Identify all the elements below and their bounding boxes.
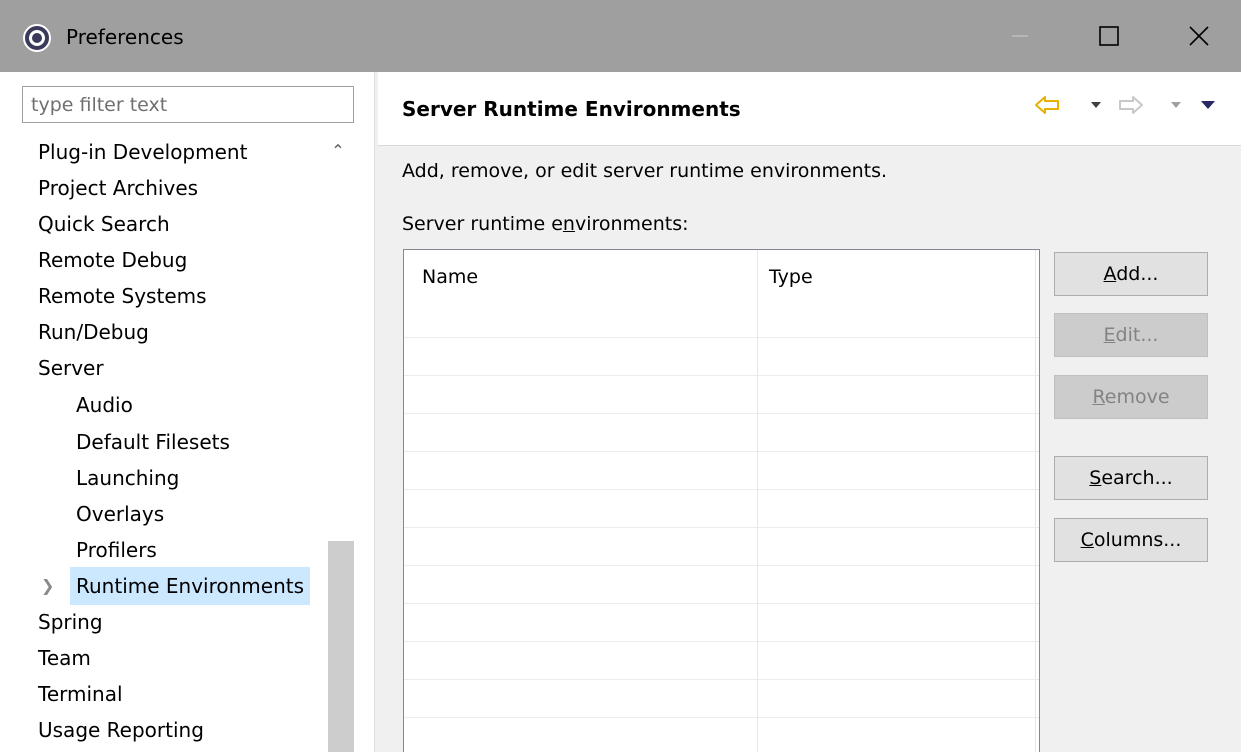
tree-item-label: Overlays <box>76 502 165 526</box>
tree-item-profilers[interactable]: Profilers <box>0 531 322 569</box>
forward-arrow-icon <box>1119 96 1143 114</box>
table-row[interactable] <box>404 565 1039 566</box>
table-row[interactable] <box>404 451 1039 452</box>
column-header-type[interactable]: Type <box>769 266 813 288</box>
maximize-button[interactable] <box>1073 0 1145 72</box>
tree-item-label: Team <box>38 646 91 670</box>
tree-item-terminal[interactable]: Terminal <box>0 675 322 713</box>
add-button[interactable]: Add... <box>1054 252 1208 296</box>
forward-history-dropdown[interactable] <box>1170 90 1182 120</box>
column-divider[interactable] <box>1035 250 1036 752</box>
table-row[interactable] <box>404 375 1039 376</box>
tree-item-run-debug[interactable]: Run/Debug <box>0 313 322 351</box>
tree-item-plug-in-development[interactable]: Plug-in Development <box>0 133 322 171</box>
tree-item-label: Project Archives <box>38 176 199 200</box>
tree-item-label: Profilers <box>76 538 157 562</box>
tree-item-project-archives[interactable]: Project Archives <box>0 169 322 207</box>
table-row[interactable] <box>404 679 1039 680</box>
tree-item-label: Server <box>38 356 104 380</box>
dropdown-arrow-icon <box>1091 102 1101 108</box>
table-row[interactable] <box>404 527 1039 528</box>
filter-input[interactable] <box>22 86 354 123</box>
column-divider[interactable] <box>757 250 758 752</box>
table-row[interactable] <box>404 717 1039 718</box>
tree-item-runtime-environments[interactable]: ❯ Runtime Environments <box>0 567 322 605</box>
tree-item-spring[interactable]: Spring <box>0 603 322 641</box>
tree-item-launching[interactable]: Launching <box>0 459 322 497</box>
tree-item-audio[interactable]: Audio <box>0 386 322 424</box>
edit-button[interactable]: Edit... <box>1054 313 1208 357</box>
tree-item-label: Launching <box>76 466 180 490</box>
maximize-icon <box>1099 26 1119 46</box>
back-button[interactable] <box>1034 90 1060 120</box>
remove-button[interactable]: Remove <box>1054 375 1208 419</box>
tree-item-label: Terminal <box>38 682 123 706</box>
dropdown-arrow-icon <box>1171 102 1181 108</box>
eclipse-gear-icon <box>23 24 51 52</box>
view-menu-icon <box>1201 101 1215 109</box>
tree-item-default-filesets[interactable]: Default Filesets <box>0 423 322 461</box>
window-title: Preferences <box>66 25 184 49</box>
table-row[interactable] <box>404 337 1039 338</box>
tree-item-label: Remote Debug <box>38 248 188 272</box>
tree-item-label: Run/Debug <box>38 320 149 344</box>
tree-item-label: Runtime Environments <box>70 567 311 605</box>
tree-item-server[interactable]: Server <box>0 349 322 387</box>
tree-item-label: Default Filesets <box>76 430 230 454</box>
column-header-name[interactable]: Name <box>422 266 478 288</box>
tree-item-remote-systems[interactable]: Remote Systems <box>0 277 322 315</box>
tree-item-label: Quick Search <box>38 212 170 236</box>
view-menu-button[interactable] <box>1200 90 1216 120</box>
tree-item-label: Audio <box>76 393 133 417</box>
columns-button[interactable]: Columns... <box>1054 518 1208 562</box>
chevron-up-icon[interactable]: ⌃ <box>322 141 354 165</box>
close-icon <box>1189 26 1209 46</box>
tree-item-label: Remote Systems <box>38 284 207 308</box>
tree-item-overlays[interactable]: Overlays <box>0 495 322 533</box>
tree-item-remote-debug[interactable]: Remote Debug <box>0 241 322 279</box>
chevron-right-icon[interactable]: ❯ <box>41 567 54 605</box>
table-row[interactable] <box>404 413 1039 414</box>
tree-item-quick-search[interactable]: Quick Search <box>0 205 322 243</box>
search-button[interactable]: Search... <box>1054 456 1208 500</box>
tree-item-label: Spring <box>38 610 103 634</box>
table-row[interactable] <box>404 641 1039 642</box>
back-arrow-icon <box>1035 96 1059 114</box>
table-row[interactable] <box>404 603 1039 604</box>
page-title: Server Runtime Environments <box>402 97 741 121</box>
tree-item-label: Plug-in Development <box>38 140 248 164</box>
forward-button[interactable] <box>1118 90 1144 120</box>
back-history-dropdown[interactable] <box>1090 90 1102 120</box>
tree-item-usage-reporting[interactable]: Usage Reporting <box>0 711 322 749</box>
table-row[interactable] <box>404 489 1039 490</box>
scrollbar-thumb[interactable] <box>328 541 354 752</box>
minimize-icon <box>1012 35 1028 37</box>
runtime-environments-table[interactable]: Name Type <box>403 249 1040 752</box>
minimize-button[interactable] <box>984 0 1056 72</box>
close-button[interactable] <box>1163 0 1235 72</box>
page-description: Add, remove, or edit server runtime envi… <box>402 160 888 182</box>
tree-item-team[interactable]: Team <box>0 639 322 677</box>
tree-item-label: Usage Reporting <box>38 718 204 742</box>
tree-scrollbar[interactable]: ⌃ <box>322 133 354 752</box>
runtime-list-label: Server runtime environments: <box>402 213 689 235</box>
